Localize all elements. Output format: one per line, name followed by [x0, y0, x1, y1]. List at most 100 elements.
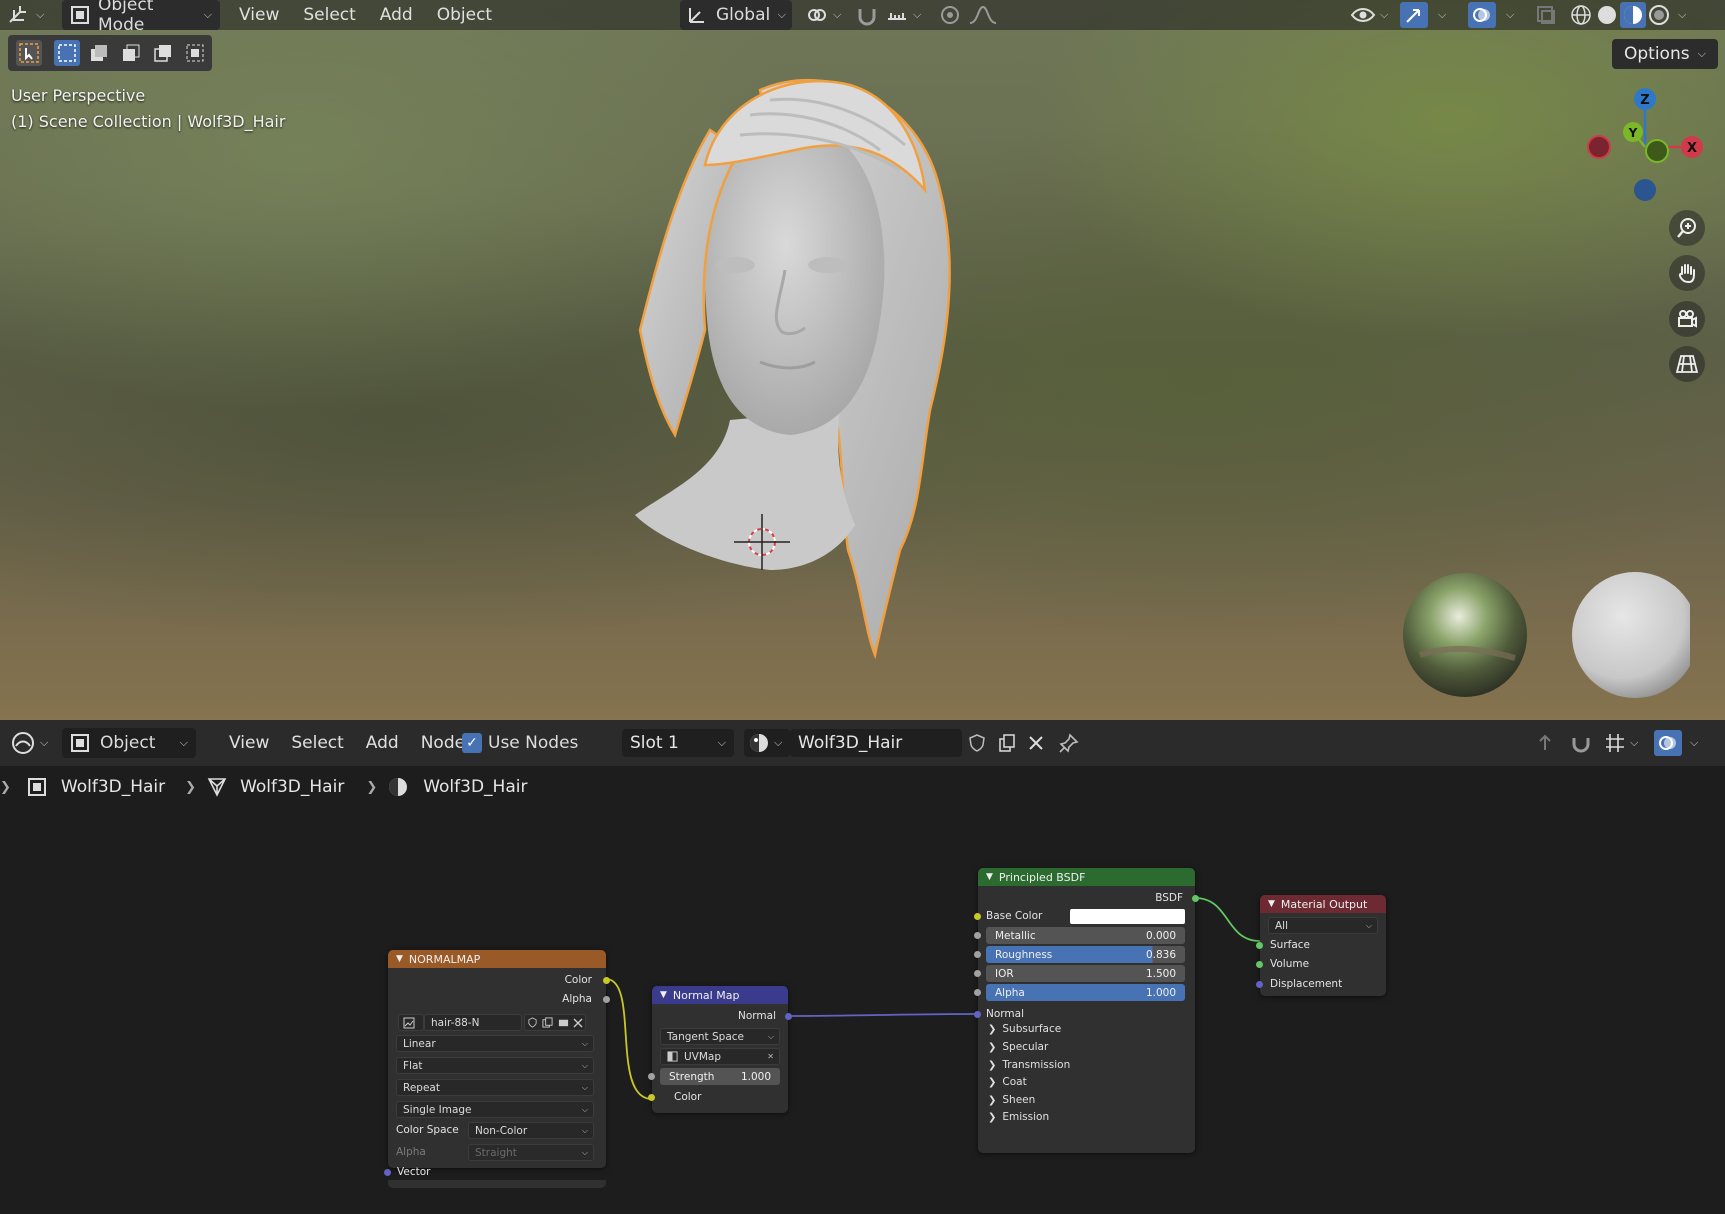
clear-close-icon[interactable]: ✕: [767, 1052, 774, 1061]
input-socket[interactable]: [974, 913, 981, 920]
snap-toggle[interactable]: [855, 0, 879, 30]
node-header[interactable]: ▼ Principled BSDF: [978, 868, 1195, 886]
panel-coat[interactable]: ❯ Coat: [988, 1076, 1027, 1088]
transform-orientation-dropdown[interactable]: Global ⌵: [680, 0, 792, 30]
ior-slider[interactable]: IOR 1.500: [986, 965, 1185, 982]
panel-subsurface[interactable]: ❯ Subsurface: [988, 1023, 1061, 1035]
input-socket[interactable]: [974, 989, 981, 996]
panel-transmission[interactable]: ❯ Transmission: [988, 1059, 1070, 1071]
output-socket[interactable]: [603, 977, 610, 984]
material-preview-icon[interactable]: [1620, 2, 1646, 28]
output-socket[interactable]: [603, 996, 610, 1003]
source-dropdown[interactable]: Single Image ⌵: [396, 1101, 594, 1118]
node-header[interactable]: ▼ Material Output: [1260, 895, 1386, 913]
hair-model[interactable]: [600, 70, 1060, 670]
select-intersect-icon[interactable]: [182, 40, 208, 66]
node-header[interactable]: ▼ Normal Map: [652, 986, 788, 1004]
interpolation-dropdown[interactable]: Linear ⌵: [396, 1035, 594, 1052]
normal-map-node[interactable]: ▼ Normal Map Normal Tangent Space ⌵ UVMap…: [648, 986, 792, 1113]
input-socket[interactable]: [974, 951, 981, 958]
alpha-slider[interactable]: Alpha 1.000: [986, 984, 1185, 1001]
extension-dropdown[interactable]: Repeat ⌵: [396, 1079, 594, 1096]
options-dropdown[interactable]: Options ⌵: [1612, 39, 1718, 69]
menu-view[interactable]: View: [230, 1, 288, 29]
principled-bsdf-node[interactable]: ▼ Principled BSDF BSDF Base Color Metall…: [974, 868, 1199, 1153]
input-socket[interactable]: [974, 970, 981, 977]
input-socket[interactable]: [1256, 981, 1263, 988]
space-dropdown[interactable]: Tangent Space ⌵: [660, 1028, 780, 1045]
menu-add[interactable]: Add: [371, 1, 422, 29]
pivot-point-button[interactable]: ⌵: [805, 0, 841, 30]
projection-dropdown[interactable]: Flat ⌵: [396, 1057, 594, 1074]
target-dropdown[interactable]: All ⌵: [1268, 917, 1378, 934]
camera-view-button[interactable]: [1669, 301, 1705, 337]
node-title: Material Output: [1280, 897, 1368, 911]
open-image-icon[interactable]: [558, 1017, 569, 1028]
editor-type-button[interactable]: ⌵: [6, 0, 44, 30]
input-socket[interactable]: [974, 1011, 981, 1018]
collapse-chevron-icon[interactable]: ▼: [396, 954, 403, 964]
select-subtract-icon[interactable]: [118, 40, 144, 66]
select-new-icon[interactable]: [54, 40, 80, 66]
roughness-slider[interactable]: Roughness 0.836: [986, 946, 1185, 963]
panel-specular[interactable]: ❯ Specular: [988, 1041, 1048, 1053]
metallic-slider[interactable]: Metallic 0.000: [986, 927, 1185, 944]
falloff-dropdown[interactable]: [968, 0, 998, 30]
input-socket[interactable]: [648, 1073, 655, 1080]
node-header[interactable]: ▼ NORMALMAP: [388, 950, 606, 968]
color-space-dropdown[interactable]: Non-Color ⌵: [468, 1122, 594, 1139]
input-socket[interactable]: [384, 1169, 391, 1176]
select-invert-icon[interactable]: [150, 40, 176, 66]
select-extend-icon[interactable]: [86, 40, 112, 66]
image-name-field[interactable]: hair-88-N: [424, 1014, 522, 1031]
collapse-chevron-icon[interactable]: ▼: [986, 872, 993, 882]
uv-map-field[interactable]: UVMap ✕: [660, 1048, 780, 1065]
input-socket[interactable]: [1256, 961, 1263, 968]
solid-shading-icon[interactable]: [1594, 2, 1620, 28]
gizmo-toggle[interactable]: ⌵: [1400, 0, 1446, 30]
xray-toggle[interactable]: [1535, 0, 1557, 30]
navigation-gizmo[interactable]: Z Y X: [1575, 85, 1715, 215]
panel-sheen[interactable]: ❯ Sheen: [988, 1094, 1035, 1106]
mode-dropdown[interactable]: Object Mode ⌵: [62, 0, 220, 35]
metallic-value: 0.000: [1145, 929, 1176, 942]
strength-slider[interactable]: Strength 1.000: [660, 1068, 780, 1085]
color-space-value: Non-Color: [475, 1124, 528, 1137]
panel-emission[interactable]: ❯ Emission: [988, 1111, 1049, 1123]
select-tool-icon[interactable]: [16, 40, 42, 66]
rendered-shading-icon[interactable]: [1646, 2, 1672, 28]
3d-viewport[interactable]: ⌵ Object Mode ⌵ View Select Add Object G…: [0, 0, 1725, 720]
input-socket[interactable]: [974, 932, 981, 939]
wireframe-shading-icon[interactable]: [1568, 2, 1594, 28]
image-browse-button[interactable]: [398, 1014, 424, 1031]
perspective-toggle-button[interactable]: [1669, 346, 1705, 382]
output-socket[interactable]: [785, 1013, 792, 1020]
material-output-node[interactable]: ▼ Material Output All ⌵ Surface Volume Di…: [1256, 895, 1386, 996]
collapse-chevron-icon[interactable]: ▼: [660, 990, 667, 1000]
snap-target-dropdown[interactable]: ⌵: [885, 0, 921, 30]
chevron-right-icon: ❯: [988, 1094, 997, 1106]
visibility-dropdown[interactable]: ⌵: [1350, 0, 1388, 30]
duplicate-icon[interactable]: [542, 1017, 553, 1028]
unlink-close-icon[interactable]: [573, 1018, 583, 1028]
pan-button[interactable]: [1669, 255, 1705, 291]
menu-object[interactable]: Object: [428, 1, 501, 29]
proportional-editing-toggle[interactable]: [938, 0, 962, 30]
zoom-button[interactable]: [1669, 210, 1705, 246]
fake-user-shield-icon[interactable]: [527, 1017, 538, 1028]
overlays-toggle[interactable]: ⌵: [1468, 0, 1514, 30]
overlays-icon: [1468, 2, 1496, 28]
output-socket[interactable]: [1192, 895, 1199, 902]
grid-perspective-icon: [1675, 352, 1699, 376]
base-color-swatch[interactable]: [1070, 909, 1185, 924]
collapse-chevron-icon[interactable]: ▼: [1268, 899, 1275, 909]
image-texture-node[interactable]: ▼ NORMALMAP Color Alpha hair-88-N Linear…: [388, 950, 610, 1168]
menu-select[interactable]: Select: [294, 1, 364, 29]
panel-label: Transmission: [1002, 1059, 1071, 1071]
link-normal-to-normal: [787, 1013, 979, 1017]
shader-node-editor[interactable]: ⌵ Object ⌵ View Select Add Node ✓ Use No…: [0, 720, 1725, 1214]
input-socket[interactable]: [648, 1094, 655, 1101]
input-socket[interactable]: [1256, 942, 1263, 949]
alpha-label: Alpha: [995, 986, 1025, 999]
chevron-down-icon[interactable]: ⌵: [1678, 8, 1686, 22]
